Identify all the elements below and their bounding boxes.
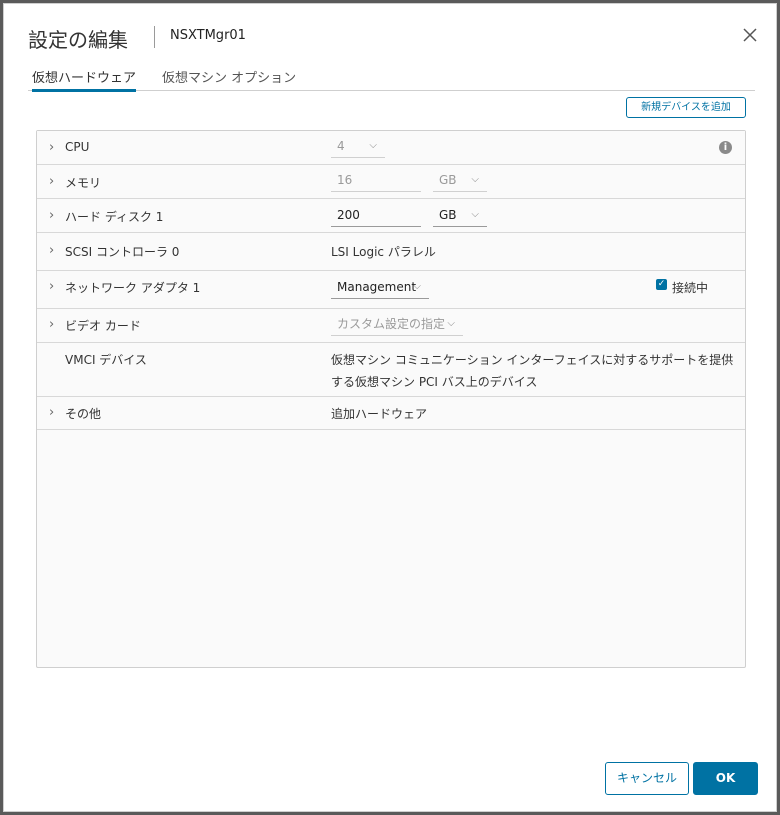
- disk-unit: GB: [439, 208, 457, 222]
- memory-value: 16: [337, 173, 353, 187]
- chevron-right-icon[interactable]: ›: [49, 140, 54, 155]
- ok-button[interactable]: OK: [693, 762, 758, 795]
- hardware-row-vmci: VMCI デバイス 仮想マシン コミュニケーション インターフェイスに対するサポ…: [37, 343, 745, 397]
- chevron-down-icon: ⌵: [413, 281, 421, 292]
- info-icon[interactable]: i: [719, 141, 732, 154]
- add-new-device-button[interactable]: 新規デバイスを追加: [626, 97, 746, 118]
- tab-vm-options[interactable]: 仮想マシン オプション: [162, 67, 296, 89]
- tab-virtual-hardware[interactable]: 仮想ハードウェア: [32, 67, 137, 92]
- connected-label: 接続中: [672, 281, 709, 295]
- video-value: カスタム設定の指定: [337, 317, 446, 331]
- hardware-row-video: › ビデオ カード カスタム設定の指定 ⌵: [37, 309, 745, 343]
- scsi-label: SCSI コントローラ 0: [65, 245, 180, 259]
- dialog-title: 設定の編集: [28, 28, 128, 52]
- network-value: Management: [337, 280, 417, 294]
- vm-name: NSXTMgr01: [170, 28, 246, 43]
- hardware-row-other: › その他 追加ハードウェア: [37, 397, 745, 430]
- chevron-down-icon: ⌵: [369, 140, 377, 151]
- close-icon[interactable]: [741, 26, 759, 44]
- vmci-label: VMCI デバイス: [65, 353, 147, 367]
- hardware-row-memory: › メモリ 16 GB ⌵: [37, 165, 745, 199]
- chevron-right-icon[interactable]: ›: [49, 279, 54, 294]
- disk-unit-select[interactable]: GB ⌵: [433, 205, 487, 227]
- chevron-right-icon[interactable]: ›: [49, 174, 54, 189]
- hardware-panel: › CPU 4 ⌵ i › メモリ 16 GB ⌵ › ハード ディスク 1 2…: [36, 130, 746, 668]
- chevron-right-icon[interactable]: ›: [49, 317, 54, 332]
- cpu-select: 4 ⌵: [331, 136, 385, 158]
- other-value: 追加ハードウェア: [331, 407, 428, 421]
- hardware-row-scsi: › SCSI コントローラ 0 LSI Logic パラレル: [37, 233, 745, 271]
- chevron-right-icon[interactable]: ›: [49, 405, 54, 420]
- network-label: ネットワーク アダプタ 1: [65, 281, 201, 295]
- hardware-row-disk: › ハード ディスク 1 200 GB ⌵: [37, 199, 745, 233]
- chevron-right-icon[interactable]: ›: [49, 243, 54, 258]
- chevron-right-icon[interactable]: ›: [49, 208, 54, 223]
- memory-unit: GB: [439, 173, 457, 187]
- scsi-value: LSI Logic パラレル: [331, 245, 436, 259]
- video-label: ビデオ カード: [65, 319, 141, 333]
- hardware-row-network: › ネットワーク アダプタ 1 Management ⌵ ✓ 接続中: [37, 271, 745, 309]
- memory-input: 16: [331, 170, 421, 192]
- chevron-down-icon: ⌵: [447, 318, 455, 329]
- chevron-down-icon: ⌵: [471, 209, 479, 220]
- vmci-description-line1: 仮想マシン コミュニケーション インターフェイスに対するサポートを提供: [331, 353, 734, 367]
- disk-size-input[interactable]: 200: [331, 205, 421, 227]
- edit-settings-dialog: 設定の編集 NSXTMgr01 仮想ハードウェア 仮想マシン オプション 新規デ…: [3, 3, 777, 812]
- disk-value: 200: [337, 208, 360, 222]
- video-select: カスタム設定の指定 ⌵: [331, 314, 463, 336]
- network-select[interactable]: Management ⌵: [331, 277, 429, 299]
- title-separator: [154, 26, 155, 48]
- hardware-row-cpu: › CPU 4 ⌵ i: [37, 131, 745, 165]
- vmci-description-line2: する仮想マシン PCI バス上のデバイス: [331, 375, 538, 389]
- other-label: その他: [65, 407, 102, 421]
- memory-unit-select: GB ⌵: [433, 170, 487, 192]
- cpu-label: CPU: [65, 140, 90, 154]
- connected-checkbox[interactable]: ✓: [656, 279, 667, 290]
- tab-bar: 仮想ハードウェア 仮想マシン オプション: [28, 62, 755, 92]
- disk-label: ハード ディスク 1: [65, 210, 164, 224]
- memory-label: メモリ: [65, 176, 102, 190]
- cancel-button[interactable]: キャンセル: [605, 762, 689, 795]
- cpu-value: 4: [337, 139, 345, 153]
- chevron-down-icon: ⌵: [471, 174, 479, 185]
